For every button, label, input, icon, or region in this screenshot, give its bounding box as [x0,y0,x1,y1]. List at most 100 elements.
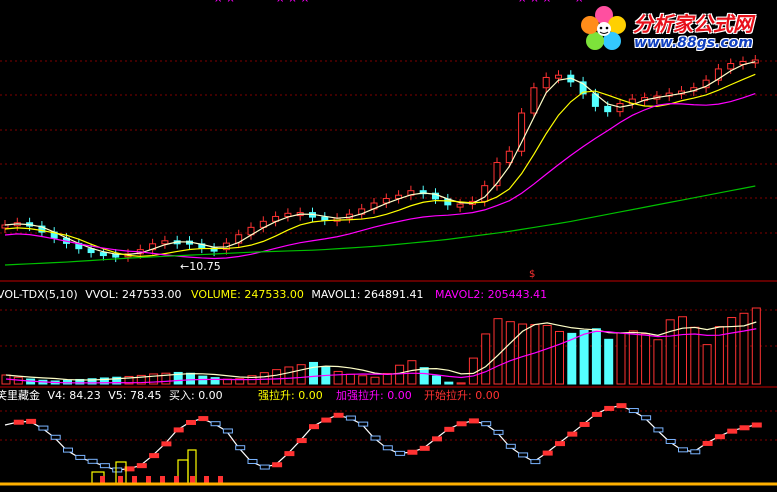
volume-bar-down [309,361,318,385]
enhanced-label: 加强拉升: [336,389,384,402]
candle-up [505,150,513,164]
buy-label: 买入: [168,389,195,402]
indicator-bar-falling [505,443,516,449]
volume-value: 247533.00 [244,288,304,301]
strong-value: 0.00 [298,389,323,402]
marker: × [214,0,226,5]
volume-bar-down [444,381,454,385]
indicator-bar-rising [579,421,590,427]
indicator-bar-falling [87,458,98,464]
v5-value: 78.45 [129,389,162,402]
volume-bar-up [259,372,269,385]
indicator-bar-rising [149,453,160,459]
low-price-marker: ←10.75 [180,260,221,273]
marker: × [288,0,300,5]
top-markers-right: ××× [518,0,555,5]
indicator-bar-falling [481,421,492,427]
indicator-bar-falling [518,452,529,458]
marker: × [301,0,313,5]
buy-value: 0.00 [198,389,223,402]
indicator-bar-rising [321,417,332,423]
volume-bar-up [739,312,749,385]
indicator-bar-falling [99,463,110,469]
candle-down [604,105,612,113]
volume-bar-down [591,328,601,385]
indicator-name: 笑里藏金 [0,389,40,402]
signal-tick [174,476,179,483]
indicator-bar-rising [468,418,479,424]
volume-bar-down [604,338,614,385]
indicator-header: 笑里藏金 V4: 84.23 V5: 78.45 买入: 0.00 [0,389,223,402]
volume-bar-up [678,316,687,385]
indicator-bar-falling [247,458,258,464]
volume-bar-up [296,364,306,385]
indicator-bar-falling [678,447,688,453]
volume-bar-up [358,375,368,385]
indicator-bar-rising [26,418,37,424]
indicator-bar-falling [665,438,676,444]
bottom-marker: $ [529,269,536,280]
mavol2-label: MAVOL2: [434,288,485,301]
indicator-bar-rising [432,436,442,442]
top-markers-middle: ××× [276,0,313,5]
volume-bar-up [665,319,675,385]
low-price-arrow: ← [180,260,190,273]
volume-bar-down [63,379,72,385]
volume-bar-up [493,318,503,385]
indicator-bar-falling [641,415,652,421]
mavol2-value: 205443.41 [487,288,548,301]
indicator-bar-rising [13,419,24,425]
flower-logo-icon [581,6,626,50]
volume-bar-up [653,339,663,385]
indicator-bar-rising [702,440,713,446]
indicator-header-start: 开始拉升: 0.00 [424,389,500,402]
candle-up [161,240,169,245]
volume-header: VOL-TDX(5,10) VVOL: 247533.00 VOLUME: 24… [0,288,547,301]
indicator-bar-rising [751,422,762,428]
volume-bar-up [555,330,564,385]
volume-bar-up [727,317,737,385]
indicator-bar-falling [222,428,233,434]
volume-bar-up [382,372,392,385]
indicator-bar-falling [690,449,701,455]
volume-bar-up [395,364,405,385]
signal-tick [204,476,209,483]
volume-bar-down [186,372,195,385]
mavol1-label: MAVOL1: [311,288,361,301]
watermark-url: www.88gs.com [634,35,753,51]
volume-label: VOLUME: [191,288,241,301]
ma-long-line [4,92,756,260]
indicator-bar-rising [407,449,418,455]
indicator-header-enhanced: 加强拉升: 0.00 [336,389,412,402]
volume-bar-up [505,321,515,385]
indicator-bar-rising [567,431,578,437]
volume-bar-up [702,344,712,385]
indicator-bar-falling [395,450,406,456]
signal-tick [190,476,195,483]
strong-label: 强拉升: [258,389,295,402]
indicator-bar-rising [456,421,467,427]
volume-bar-up [690,326,700,385]
watermark-logo: 分析家公式网 www.88gs.com [576,2,776,58]
indicator-bar-falling [358,421,369,427]
vvol-label: VVOL: [85,288,119,301]
indicator-bar-falling [235,445,246,451]
indicator-bar-rising [284,451,295,457]
price-moving-averages [4,61,756,266]
indicator-bar-falling [259,464,270,470]
indicator-bar-rising [591,411,602,417]
volume-bar-up [751,307,761,385]
indicator-bar-falling [493,429,504,435]
volume-bar-up [468,357,478,385]
watermark-site-name: 分析家公式网 [633,12,753,36]
mavol1-value: 264891.41 [363,288,424,301]
volume-bar-up [407,360,417,385]
v5-label: V5: [108,389,127,402]
signal-tick [132,476,137,483]
indicator-bar-rising [186,419,196,425]
v4-label: V4: [47,389,66,402]
indicator-bar-falling [75,454,86,460]
indicator-bar-falling [50,434,61,440]
marker: × [226,0,238,5]
volume-bar-down [579,329,589,385]
